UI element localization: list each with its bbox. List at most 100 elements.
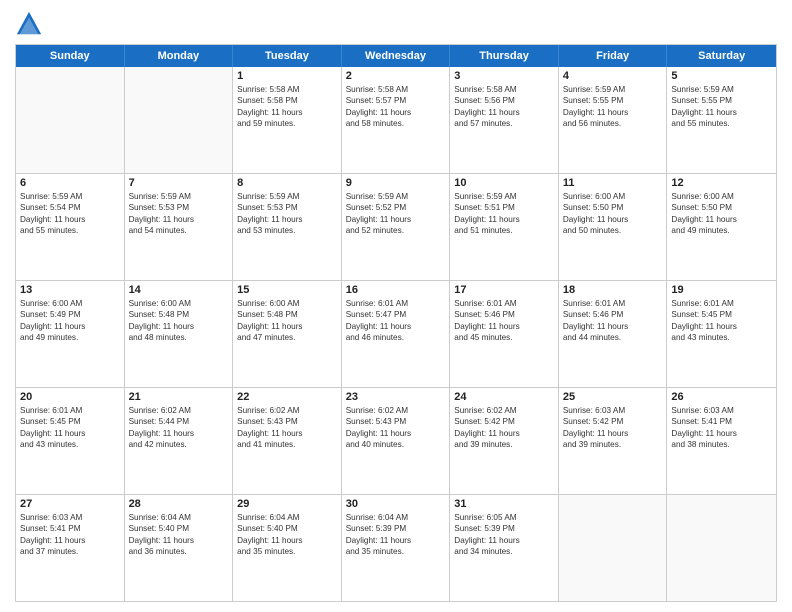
cell-line: Daylight: 11 hours xyxy=(454,321,554,332)
cell-line: Daylight: 11 hours xyxy=(563,428,663,439)
cell-line: Sunset: 5:39 PM xyxy=(454,523,554,534)
day-number: 6 xyxy=(20,177,120,189)
cell-line: Sunrise: 6:01 AM xyxy=(671,298,772,309)
cell-line: and 42 minutes. xyxy=(129,439,229,450)
cell-line: Sunset: 5:54 PM xyxy=(20,202,120,213)
cell-line: Sunset: 5:49 PM xyxy=(20,309,120,320)
cell-line: and 37 minutes. xyxy=(20,546,120,557)
cell-line: Daylight: 11 hours xyxy=(346,535,446,546)
cell-line: and 53 minutes. xyxy=(237,225,337,236)
cell-line: Daylight: 11 hours xyxy=(129,428,229,439)
day-number: 11 xyxy=(563,177,663,189)
day-cell-5: 5Sunrise: 5:59 AMSunset: 5:55 PMDaylight… xyxy=(667,67,776,173)
cell-line: Daylight: 11 hours xyxy=(237,214,337,225)
cell-line: Daylight: 11 hours xyxy=(129,535,229,546)
day-number: 4 xyxy=(563,70,663,82)
cell-line: and 39 minutes. xyxy=(454,439,554,450)
cell-line: and 52 minutes. xyxy=(346,225,446,236)
cell-line: Sunrise: 6:00 AM xyxy=(671,191,772,202)
cell-line: Sunset: 5:47 PM xyxy=(346,309,446,320)
cell-line: Daylight: 11 hours xyxy=(671,428,772,439)
cell-line: Sunset: 5:44 PM xyxy=(129,416,229,427)
cell-line: Sunrise: 6:03 AM xyxy=(20,512,120,523)
header-day-saturday: Saturday xyxy=(667,45,776,67)
cell-line: and 54 minutes. xyxy=(129,225,229,236)
cell-line: Sunset: 5:45 PM xyxy=(20,416,120,427)
day-number: 5 xyxy=(671,70,772,82)
cell-line: Sunset: 5:41 PM xyxy=(671,416,772,427)
cell-line: Sunset: 5:56 PM xyxy=(454,95,554,106)
day-cell-20: 20 Sunrise: 6:01 AMSunset: 5:45 PMDayligh… xyxy=(16,388,125,494)
day-number: 1 xyxy=(237,70,337,82)
cell-line: Daylight: 11 hours xyxy=(454,428,554,439)
cell-line: and 57 minutes. xyxy=(454,118,554,129)
cell-line: and 44 minutes. xyxy=(563,332,663,343)
empty-cell xyxy=(559,495,668,601)
cell-line: and 51 minutes. xyxy=(454,225,554,236)
cell-line: Daylight: 11 hours xyxy=(346,321,446,332)
cell-line: Sunrise: 5:59 AM xyxy=(346,191,446,202)
cell-line: Sunset: 5:41 PM xyxy=(20,523,120,534)
header-day-friday: Friday xyxy=(559,45,668,67)
cell-line: Sunset: 5:52 PM xyxy=(346,202,446,213)
cell-line: Daylight: 11 hours xyxy=(454,214,554,225)
cell-line: Daylight: 11 hours xyxy=(346,428,446,439)
cell-line: Sunrise: 6:02 AM xyxy=(129,405,229,416)
day-number: 21 xyxy=(129,391,229,403)
day-number: 12 xyxy=(671,177,772,189)
cell-line: Sunrise: 6:04 AM xyxy=(129,512,229,523)
day-cell-6: 6Sunrise: 5:59 AMSunset: 5:54 PMDaylight… xyxy=(16,174,125,280)
week-row-4: 20Sunrise: 6:01 AMSunset: 5:45 PMDayligh… xyxy=(16,388,776,495)
day-cell-4: 4Sunrise: 5:59 AMSunset: 5:55 PMDaylight… xyxy=(559,67,668,173)
day-number: 15 xyxy=(237,284,337,296)
day-cell-10: 10Sunrise: 5:59 AMSunset: 5:51 PMDayligh… xyxy=(450,174,559,280)
day-number: 25 xyxy=(563,391,663,403)
day-number: 16 xyxy=(346,284,446,296)
logo-icon xyxy=(15,10,43,38)
logo xyxy=(15,10,47,38)
cell-line: Daylight: 11 hours xyxy=(237,535,337,546)
cell-line: Sunrise: 6:01 AM xyxy=(20,405,120,416)
cell-line: Daylight: 11 hours xyxy=(20,428,120,439)
cell-line: Daylight: 11 hours xyxy=(237,321,337,332)
cell-line: Sunrise: 6:02 AM xyxy=(237,405,337,416)
cell-line: and 49 minutes. xyxy=(671,225,772,236)
day-cell-8: 8Sunrise: 5:59 AMSunset: 5:53 PMDaylight… xyxy=(233,174,342,280)
day-cell-18: 18Sunrise: 6:01 AMSunset: 5:46 PMDayligh… xyxy=(559,281,668,387)
cell-line: Daylight: 11 hours xyxy=(346,107,446,118)
cell-line: Daylight: 11 hours xyxy=(671,214,772,225)
cell-line: and 43 minutes. xyxy=(20,439,120,450)
day-number: 20 xyxy=(20,391,120,403)
day-number: 14 xyxy=(129,284,229,296)
cell-line: Daylight: 11 hours xyxy=(20,535,120,546)
cell-line: Daylight: 11 hours xyxy=(671,107,772,118)
day-cell-17: 17Sunrise: 6:01 AMSunset: 5:46 PMDayligh… xyxy=(450,281,559,387)
day-cell-3: 3Sunrise: 5:58 AMSunset: 5:56 PMDaylight… xyxy=(450,67,559,173)
day-cell-29: 29Sunrise: 6:04 AMSunset: 5:40 PMDayligh… xyxy=(233,495,342,601)
week-row-1: 1Sunrise: 5:58 AMSunset: 5:58 PMDaylight… xyxy=(16,67,776,174)
header-day-thursday: Thursday xyxy=(450,45,559,67)
cell-line: Daylight: 11 hours xyxy=(20,214,120,225)
cell-line: and 40 minutes. xyxy=(346,439,446,450)
day-number: 2 xyxy=(346,70,446,82)
cell-line: and 38 minutes. xyxy=(671,439,772,450)
cell-line: Sunset: 5:53 PM xyxy=(237,202,337,213)
cell-line: and 35 minutes. xyxy=(346,546,446,557)
empty-cell xyxy=(667,495,776,601)
cell-line: Sunset: 5:50 PM xyxy=(671,202,772,213)
cell-line: Sunrise: 6:03 AM xyxy=(671,405,772,416)
cell-line: Sunset: 5:55 PM xyxy=(563,95,663,106)
cell-line: Sunset: 5:50 PM xyxy=(563,202,663,213)
calendar: SundayMondayTuesdayWednesdayThursdayFrid… xyxy=(15,44,777,602)
cell-line: Sunrise: 6:02 AM xyxy=(346,405,446,416)
cell-line: Sunset: 5:53 PM xyxy=(129,202,229,213)
cell-line: Sunset: 5:46 PM xyxy=(563,309,663,320)
cell-line: Sunrise: 6:04 AM xyxy=(237,512,337,523)
cell-line: Sunrise: 5:59 AM xyxy=(129,191,229,202)
day-number: 9 xyxy=(346,177,446,189)
cell-line: Sunrise: 6:05 AM xyxy=(454,512,554,523)
cell-line: Sunset: 5:42 PM xyxy=(563,416,663,427)
day-cell-21: 21 Sunrise: 6:02 AMSunset: 5:44 PMDayligh… xyxy=(125,388,234,494)
cell-line: Sunrise: 6:00 AM xyxy=(20,298,120,309)
cell-line: Daylight: 11 hours xyxy=(671,321,772,332)
